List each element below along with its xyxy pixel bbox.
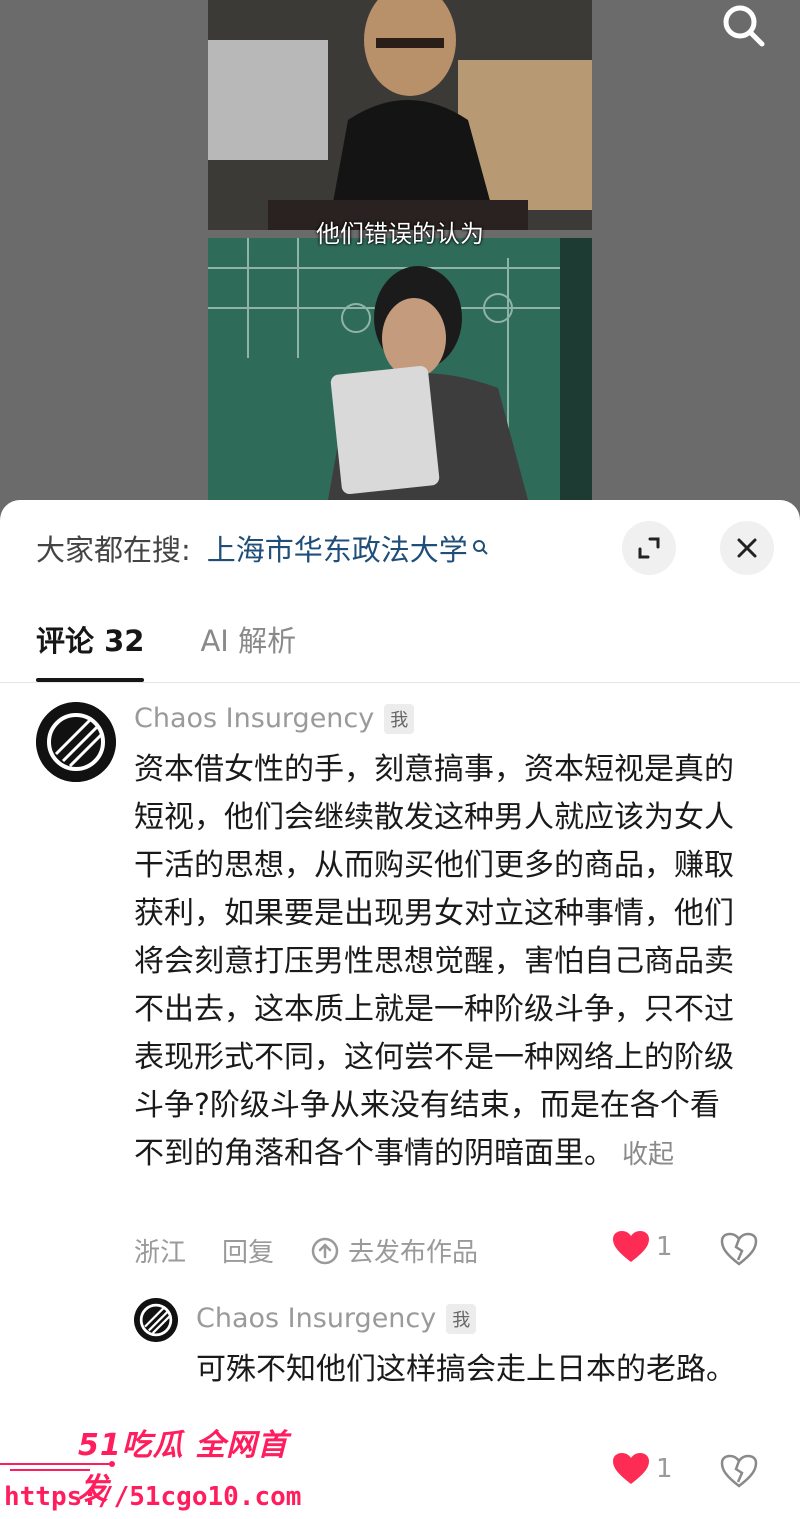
avatar[interactable]: [36, 702, 116, 782]
like-button[interactable]: 1: [612, 1452, 673, 1486]
expand-button[interactable]: [622, 521, 676, 575]
teacher-image: [208, 238, 592, 500]
watermark-url: https://51cgo10.com: [4, 1482, 302, 1512]
comment-author-row: Chaos Insurgency 我: [134, 703, 415, 734]
author-name[interactable]: Chaos Insurgency: [134, 703, 374, 734]
portrait-image: [208, 0, 592, 230]
me-badge: 我: [446, 1303, 477, 1334]
tab-ai-analysis[interactable]: AI 解析: [200, 618, 296, 660]
video-frame-bottom: [208, 238, 592, 500]
watermark-decoration: [0, 1461, 115, 1471]
chaos-insurgency-logo: [36, 702, 116, 782]
me-badge: 我: [384, 703, 415, 734]
watermark: 51吃瓜 全网首发 https://51cgo10.com: [0, 1418, 302, 1519]
comment-body: 资本借女性的手，刻意搞事，资本短视是真的短视，他们会继续散发这种男人就应该为女人…: [134, 752, 734, 1171]
broken-heart-icon[interactable]: [720, 1454, 758, 1488]
broken-heart-icon[interactable]: [720, 1232, 758, 1266]
heart-icon: [613, 1453, 649, 1484]
like-button[interactable]: 1: [612, 1230, 673, 1264]
publish-work-button[interactable]: 去发布作品: [310, 1232, 514, 1269]
tab-divider: [0, 682, 800, 683]
comment-meta-row: 浙江 回复 去发布作品: [134, 1232, 550, 1269]
author-name[interactable]: Chaos Insurgency: [196, 1303, 436, 1334]
reply-text: 可殊不知他们这样搞会走上日本的老路。: [196, 1352, 736, 1387]
hot-search: 大家都在搜: 上海市华东政法大学: [36, 526, 490, 570]
close-button[interactable]: [720, 521, 774, 575]
hot-search-label: 大家都在搜:: [36, 533, 191, 567]
video-frame-top: [208, 0, 592, 230]
search-icon: [472, 540, 488, 555]
comment-location: 浙江: [134, 1238, 187, 1268]
search-button[interactable]: [718, 2, 770, 54]
collapse-link[interactable]: 收起: [622, 1140, 674, 1170]
avatar[interactable]: [134, 1298, 178, 1342]
tab-comments[interactable]: 评论 32: [36, 618, 144, 660]
comment-sheet: 大家都在搜: 上海市华东政法大学 评论 32 AI 解析 Chaos Insur…: [0, 500, 800, 1519]
comment-tabs: 评论 32 AI 解析: [36, 618, 352, 660]
like-count: 1: [656, 1232, 673, 1262]
heart-icon: [613, 1231, 649, 1262]
expand-icon: [638, 537, 660, 559]
hot-search-term[interactable]: 上海市华东政法大学: [207, 527, 468, 569]
video-subtitle: 他们错误的认为: [316, 220, 484, 248]
share-icon: [311, 1237, 339, 1264]
video-area[interactable]: 他们错误的认为: [0, 0, 800, 520]
publish-work-label: 去发布作品: [348, 1238, 479, 1268]
search-icon: [723, 5, 765, 47]
reply-author-row: Chaos Insurgency 我: [196, 1303, 477, 1334]
reply-button[interactable]: 回复: [222, 1232, 274, 1269]
comment-text: 资本借女性的手，刻意搞事，资本短视是真的短视，他们会继续散发这种男人就应该为女人…: [134, 746, 744, 1179]
like-count: 1: [656, 1454, 673, 1484]
close-icon: [737, 538, 757, 558]
chaos-insurgency-logo: [134, 1298, 178, 1342]
